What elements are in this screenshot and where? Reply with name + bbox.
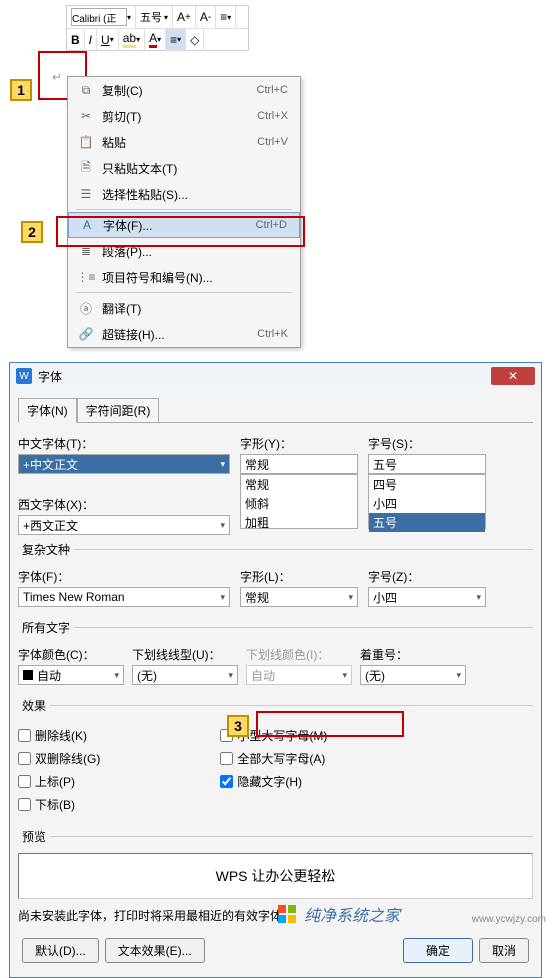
menu-translate[interactable]: ⓐ 翻译(T) [68, 295, 300, 321]
checkbox-hidden[interactable]: 隐藏文字(H) [220, 773, 327, 790]
complex-font-label: 字体(F)： [18, 568, 230, 585]
underline-color-select: 自动▾ [246, 665, 352, 685]
footer-logo-icon [278, 905, 296, 923]
footer-brand-text: 纯净系统之家 [304, 902, 400, 926]
close-button[interactable]: ✕ [491, 367, 535, 385]
paste-special-icon: ☰ [76, 187, 96, 201]
align-icon[interactable]: ≡▾ [166, 29, 186, 51]
complex-scripts-group: 复杂文种 字体(F)： Times New Roman▾ 字形(L)： 常规▾ … [18, 541, 533, 613]
link-icon: 🔗 [76, 327, 96, 341]
menu-paste-special[interactable]: ☰ 选择性粘贴(S)... [68, 181, 300, 207]
decrease-font-icon[interactable]: A- [196, 6, 216, 28]
highlight-box-2 [56, 216, 305, 247]
menu-hyperlink[interactable]: 🔗 超链接(H)... Ctrl+K [68, 321, 300, 347]
complex-style-label: 字形(L)： [240, 568, 358, 585]
list-item[interactable]: 加粗 [241, 513, 357, 532]
menu-bullets[interactable]: ⋮≡ 项目符号和编号(N)... [68, 264, 300, 290]
list-item[interactable]: 倾斜 [241, 494, 357, 513]
complex-style-select[interactable]: 常规▾ [240, 587, 358, 607]
dialog-title-text: 字体 [38, 368, 62, 385]
font-size-select[interactable]: 五号▾ [136, 6, 173, 28]
bullets-icon: ⋮≡ [76, 270, 96, 284]
underline-label: 下划线线型(U)： [132, 646, 238, 663]
size-label: 字号(S)： [368, 435, 486, 452]
menu-cut[interactable]: ✂ 剪切(T) Ctrl+X [68, 103, 300, 129]
menu-separator [76, 209, 292, 210]
highlight-icon[interactable]: ab▾ [119, 29, 145, 51]
menu-separator [76, 292, 292, 293]
dialog-titlebar: W 字体 ✕ [10, 363, 541, 389]
underline-select[interactable]: (无)▾ [132, 665, 238, 685]
mini-toolbar: ▾ 五号▾ A+ A- ≡▾ B I U▾ ab▾ A▾ ≡▾ ◇ [66, 5, 249, 51]
ok-button[interactable]: 确定 [403, 938, 473, 963]
underline-color-label: 下划线颜色(I)： [246, 646, 352, 663]
bold-icon[interactable]: B [67, 29, 85, 51]
line-spacing-icon[interactable]: ≡▾ [216, 6, 236, 28]
emphasis-label: 着重号： [360, 646, 466, 663]
scissors-icon: ✂ [76, 109, 96, 123]
font-dialog: W 字体 ✕ 字体(N) 字符间距(R) 中文字体(T)： +中文正文▾ 西文字… [9, 362, 542, 978]
list-item[interactable]: 常规 [241, 475, 357, 494]
font-color-label: 字体颜色(C)： [18, 646, 124, 663]
font-color-select[interactable]: 自动▾ [18, 665, 124, 685]
complex-size-label: 字号(Z)： [368, 568, 486, 585]
style-label: 字形(Y)： [240, 435, 358, 452]
effects-legend: 效果 [18, 697, 50, 714]
all-text-legend: 所有文字 [18, 619, 74, 636]
style-input[interactable]: 常规 [240, 454, 358, 474]
complex-font-select[interactable]: Times New Roman▾ [18, 587, 230, 607]
checkbox-subscript[interactable]: 下标(B) [18, 796, 100, 813]
list-item[interactable]: 四号 [369, 475, 485, 494]
size-listbox[interactable]: 四号 小四 五号 [368, 474, 486, 529]
font-color-icon[interactable]: A▾ [145, 29, 166, 51]
paste-text-icon: 🗎 [76, 158, 96, 179]
west-font-select[interactable]: +西文正文▾ [18, 515, 230, 535]
context-menu: ⧉ 复制(C) Ctrl+C ✂ 剪切(T) Ctrl+X 📋 粘贴 Ctrl+… [67, 76, 301, 348]
preview-legend: 预览 [18, 828, 50, 845]
checkbox-strike[interactable]: 删除线(K) [18, 727, 100, 744]
tab-spacing[interactable]: 字符间距(R) [77, 398, 160, 423]
font-name-select[interactable]: ▾ [67, 6, 136, 28]
preview-box: WPS 让办公更轻松 [18, 853, 533, 899]
list-item[interactable]: 五号 [369, 513, 485, 532]
copy-icon: ⧉ [76, 83, 96, 98]
checkbox-allcaps[interactable]: 全部大写字母(A) [220, 750, 327, 767]
all-text-group: 所有文字 字体颜色(C)： 自动▾ 下划线线型(U)： (无)▾ 下划线颜色(I… [18, 619, 533, 691]
underline-icon[interactable]: U▾ [97, 29, 119, 51]
dialog-button-row: 默认(D)... 文本效果(E)... 确定 取消 [18, 932, 533, 969]
increase-font-icon[interactable]: A+ [173, 6, 196, 28]
cn-font-label: 中文字体(T)： [18, 435, 230, 452]
list-item[interactable]: 小四 [369, 494, 485, 513]
callout-marker-1: 1 [10, 79, 32, 101]
default-button[interactable]: 默认(D)... [22, 938, 99, 963]
tab-font[interactable]: 字体(N) [18, 398, 77, 423]
italic-icon[interactable]: I [85, 29, 97, 51]
highlight-box-3 [256, 711, 404, 737]
style-listbox[interactable]: 常规 倾斜 加粗 [240, 474, 358, 529]
checkbox-double-strike[interactable]: 双删除线(G) [18, 750, 100, 767]
wps-app-icon: W [16, 368, 32, 384]
translate-icon: ⓐ [76, 300, 96, 317]
paragraph-mark-icon: ↵ [52, 70, 62, 84]
complex-size-select[interactable]: 小四▾ [368, 587, 486, 607]
cancel-button[interactable]: 取消 [479, 938, 529, 963]
cn-font-select[interactable]: +中文正文▾ [18, 454, 230, 474]
menu-paste[interactable]: 📋 粘贴 Ctrl+V [68, 129, 300, 155]
callout-marker-2: 2 [21, 221, 43, 243]
complex-legend: 复杂文种 [18, 541, 74, 558]
checkbox-superscript[interactable]: 上标(P) [18, 773, 100, 790]
eraser-icon[interactable]: ◇ [186, 29, 204, 51]
footer-url: www.ycwjzy.com [472, 914, 546, 925]
west-font-label: 西文字体(X)： [18, 496, 230, 513]
menu-copy[interactable]: ⧉ 复制(C) Ctrl+C [68, 77, 300, 103]
clipboard-icon: 📋 [76, 135, 96, 149]
footer-branding: 纯净系统之家 [0, 896, 400, 932]
text-effect-button[interactable]: 文本效果(E)... [105, 938, 205, 963]
callout-marker-3: 3 [227, 715, 249, 737]
emphasis-select[interactable]: (无)▾ [360, 665, 466, 685]
size-input[interactable]: 五号 [368, 454, 486, 474]
menu-paste-text[interactable]: 🗎 只粘贴文本(T) [68, 155, 300, 181]
